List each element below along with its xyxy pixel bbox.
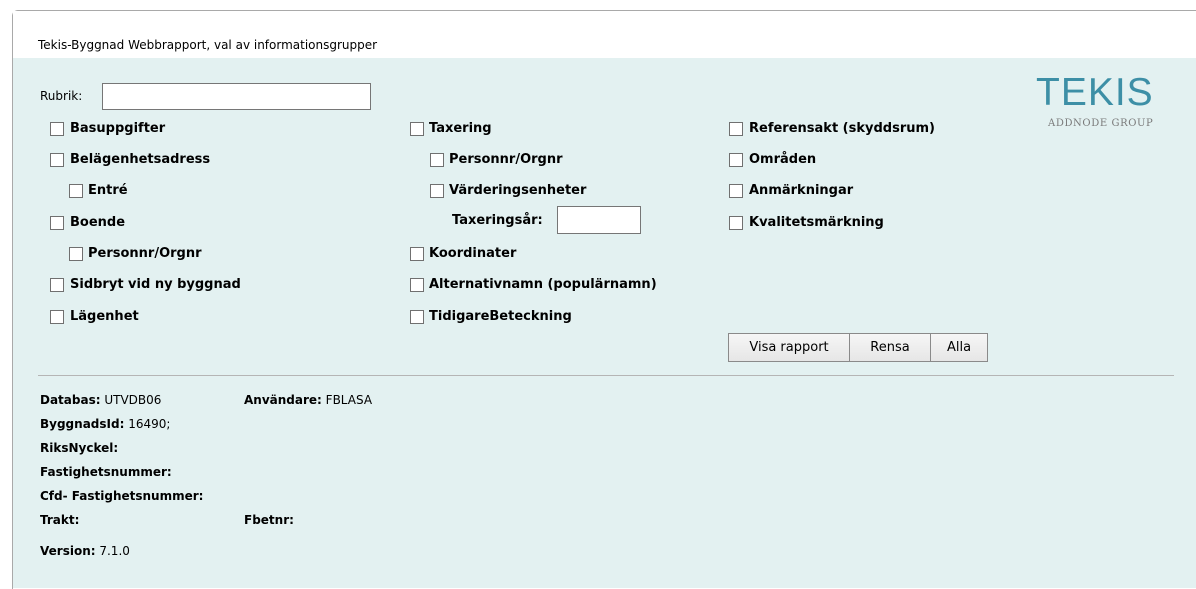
fastighetsnummer-label: Fastighetsnummer: [40, 465, 172, 479]
fbetnr-label: Fbetnr: [244, 513, 294, 527]
checkbox-alternativnamn[interactable] [410, 278, 424, 292]
rensa-button[interactable]: Rensa [849, 333, 931, 362]
checkbox-lagenhet[interactable] [50, 310, 64, 324]
checkbox-taxering[interactable] [410, 122, 424, 136]
checkbox-boende[interactable] [50, 216, 64, 230]
options-panel [13, 58, 1196, 588]
taxering-personnr-label: Personnr/Orgnr [449, 152, 563, 167]
checkbox-anmarkningar[interactable] [729, 184, 743, 198]
anvandare-value: FBLASA [325, 393, 373, 407]
fastighetsnummer-row: Fastighetsnummer: [40, 465, 172, 479]
checkbox-varderingsenheter[interactable] [430, 184, 444, 198]
tekis-logo: TEKIS [1036, 71, 1154, 114]
cfd-fastighetsnummer-label: Cfd- Fastighetsnummer: [40, 489, 204, 503]
riksnyckel-label: RiksNyckel: [40, 441, 119, 455]
checkbox-omraden[interactable] [729, 153, 743, 167]
databas-label: Databas: [40, 393, 101, 407]
anvandare-row: Användare: FBLASA [244, 393, 372, 407]
referensakt-label: Referensakt (skyddsrum) [749, 121, 935, 136]
taxeringsar-label: Taxeringsår: [452, 213, 543, 228]
version-value: 7.1.0 [99, 544, 130, 558]
omraden-label: Områden [749, 152, 817, 167]
sidbryt-label: Sidbryt vid ny byggnad [70, 277, 241, 292]
checkbox-koordinater[interactable] [410, 247, 424, 261]
lagenhet-label: Lägenhet [70, 309, 139, 324]
trakt-row: Trakt: [40, 513, 79, 527]
varderingsenheter-label: Värderingsenheter [449, 183, 587, 198]
checkbox-belagenhetsadress[interactable] [50, 153, 64, 167]
checkbox-tidigarebeteckning[interactable] [410, 310, 424, 324]
tidigarebeteckning-label: TidigareBeteckning [429, 309, 572, 324]
logo-tagline: ADDNODE GROUP [1048, 118, 1154, 129]
databas-row: Databas: UTVDB06 [40, 393, 161, 407]
alla-button[interactable]: Alla [930, 333, 988, 362]
checkbox-taxering-personnr[interactable] [430, 153, 444, 167]
version-row: Version: 7.1.0 [40, 544, 130, 558]
entre-label: Entré [88, 183, 128, 198]
taxering-label: Taxering [429, 121, 492, 136]
fbetnr-row: Fbetnr: [244, 513, 294, 527]
belagenhetsadress-label: Belägenhetsadress [70, 152, 211, 167]
byggnadsid-row: ByggnadsId: 16490; [40, 417, 170, 431]
taxeringsar-input[interactable] [557, 206, 641, 234]
checkbox-kvalitetsmarkning[interactable] [729, 216, 743, 230]
checkbox-basuppgifter[interactable] [50, 122, 64, 136]
boende-personnr-label: Personnr/Orgnr [88, 246, 202, 261]
version-label: Version: [40, 544, 96, 558]
koordinater-label: Koordinater [429, 246, 517, 261]
divider [38, 375, 1174, 376]
page-title: Tekis-Byggnad Webbrapport, val av inform… [38, 38, 378, 52]
rubrik-label: Rubrik: [40, 89, 83, 103]
rubrik-input[interactable] [102, 83, 371, 110]
visa-rapport-button[interactable]: Visa rapport [728, 333, 850, 362]
checkbox-sidbryt[interactable] [50, 278, 64, 292]
byggnadsid-label: ByggnadsId: [40, 417, 125, 431]
anmarkningar-label: Anmärkningar [749, 183, 854, 198]
byggnadsid-value: 16490; [128, 417, 171, 431]
riksnyckel-row: RiksNyckel: [40, 441, 118, 455]
trakt-label: Trakt: [40, 513, 80, 527]
anvandare-label: Användare: [244, 393, 322, 407]
databas-value: UTVDB06 [104, 393, 162, 407]
boende-label: Boende [70, 215, 126, 230]
checkbox-entre[interactable] [69, 184, 83, 198]
checkbox-referensakt[interactable] [729, 122, 743, 136]
checkbox-boende-personnr[interactable] [69, 247, 83, 261]
basuppgifter-label: Basuppgifter [70, 121, 166, 136]
kvalitetsmarkning-label: Kvalitetsmärkning [749, 215, 884, 230]
cfd-fastighetsnummer-row: Cfd- Fastighetsnummer: [40, 489, 203, 503]
alternativnamn-label: Alternativnamn (populärnamn) [429, 277, 657, 292]
